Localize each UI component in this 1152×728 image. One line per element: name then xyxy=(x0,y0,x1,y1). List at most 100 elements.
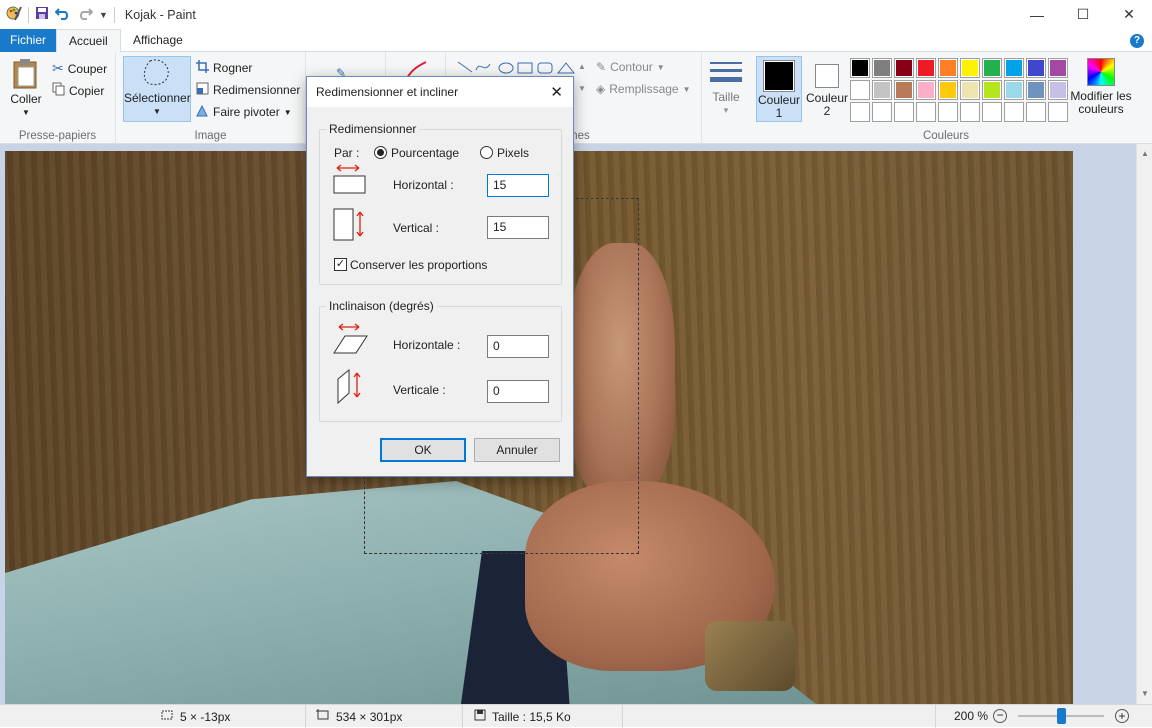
custom-color-swatch[interactable] xyxy=(982,102,1002,122)
palette-swatch[interactable] xyxy=(1048,80,1068,100)
zoom-out-button[interactable]: − xyxy=(993,709,1007,723)
rotate-button[interactable]: Faire pivoter ▼ xyxy=(196,104,292,120)
shapes-group-label: mes xyxy=(568,130,590,142)
cut-button[interactable]: ✂ Couper xyxy=(52,60,107,77)
crop-icon xyxy=(196,60,209,76)
zoom-slider-thumb[interactable] xyxy=(1057,708,1066,724)
free-select-icon xyxy=(143,59,169,86)
horizontal-resize-input[interactable]: 15 xyxy=(487,174,549,197)
palette-swatch[interactable] xyxy=(872,58,892,78)
resize-button[interactable]: Redimensionner xyxy=(196,82,300,98)
customize-toolbar-chevron-icon[interactable]: ▼ xyxy=(99,10,108,20)
tab-view[interactable]: Affichage xyxy=(121,29,195,52)
minimize-button[interactable]: — xyxy=(1014,0,1060,29)
palette-swatch[interactable] xyxy=(982,80,1002,100)
palette-swatch[interactable] xyxy=(850,58,870,78)
undo-icon[interactable] xyxy=(54,6,71,23)
skew-horizontal-input[interactable]: 0 xyxy=(487,335,549,358)
shapes-scroll-down-icon[interactable]: ▼ xyxy=(578,84,586,93)
palette-swatch[interactable] xyxy=(894,80,914,100)
palette-swatch[interactable] xyxy=(916,80,936,100)
tab-home[interactable]: Accueil xyxy=(56,29,121,53)
palette-swatch[interactable] xyxy=(894,58,914,78)
copy-icon xyxy=(52,82,65,99)
palette-swatch[interactable] xyxy=(960,58,980,78)
dialog-close-icon[interactable]: ✕ xyxy=(550,83,563,101)
image-size-value: 534 × 301px xyxy=(336,709,403,724)
custom-color-swatch[interactable] xyxy=(894,102,914,122)
tab-file[interactable]: Fichier xyxy=(0,29,56,52)
keep-ratio-checkbox[interactable]: ✓ xyxy=(334,258,347,271)
window-title: Kojak - Paint xyxy=(124,7,196,22)
percentage-label[interactable]: Pourcentage xyxy=(391,146,459,160)
size-button[interactable]: Taille ▼ xyxy=(708,60,744,117)
palette-swatch[interactable] xyxy=(916,58,936,78)
select-button[interactable]: Sélectionner ▼ xyxy=(123,56,191,122)
custom-color-swatch[interactable] xyxy=(960,102,980,122)
palette-swatch[interactable] xyxy=(960,80,980,100)
size-group: Taille ▼ xyxy=(702,52,750,144)
custom-color-swatch[interactable] xyxy=(1048,102,1068,122)
palette-swatch[interactable] xyxy=(1026,58,1046,78)
horizontal-skew-icon xyxy=(333,323,369,358)
custom-color-swatch[interactable] xyxy=(916,102,936,122)
custom-color-swatch[interactable] xyxy=(850,102,870,122)
fill-dropdown-icon: ▼ xyxy=(682,84,691,94)
palette-swatch[interactable] xyxy=(872,80,892,100)
custom-color-swatch[interactable] xyxy=(872,102,892,122)
scroll-up-arrow-icon[interactable]: ▲ xyxy=(1137,146,1152,162)
zoom-level: 200 % xyxy=(954,709,989,723)
ribbon-tabs: Fichier Accueil Affichage xyxy=(0,29,1152,53)
status-divider xyxy=(462,705,463,728)
resize-fieldset: Redimensionner Par : Pourcentage Pixels … xyxy=(319,122,562,285)
fill-button[interactable]: ◈ Remplissage ▼ xyxy=(596,82,691,96)
keep-ratio-label[interactable]: Conserver les proportions xyxy=(350,258,487,272)
maximize-button[interactable]: ☐ xyxy=(1060,0,1106,29)
crop-button[interactable]: Rogner xyxy=(196,60,252,76)
rotate-icon xyxy=(196,104,209,120)
pixels-radio[interactable] xyxy=(480,146,493,159)
palette-swatch[interactable] xyxy=(1004,80,1024,100)
palette-swatch[interactable] xyxy=(938,58,958,78)
resize-label: Redimensionner xyxy=(213,83,301,97)
palette-swatch[interactable] xyxy=(850,80,870,100)
selection-size-value: 5 × -13px xyxy=(180,709,231,724)
resize-group-label: Redimensionner xyxy=(326,122,420,136)
custom-color-swatch[interactable] xyxy=(938,102,958,122)
pixels-label[interactable]: Pixels xyxy=(497,146,529,160)
redo-icon[interactable] xyxy=(77,6,94,23)
vertical-scrollbar[interactable]: ▲ ▼ xyxy=(1136,144,1152,704)
help-icon[interactable]: ? xyxy=(1130,34,1144,48)
scroll-down-arrow-icon[interactable]: ▼ xyxy=(1137,686,1152,702)
paint-app-icon[interactable] xyxy=(6,5,22,24)
palette-swatch[interactable] xyxy=(1048,58,1068,78)
cancel-button[interactable]: Annuler xyxy=(474,438,560,462)
ok-button[interactable]: OK xyxy=(380,438,466,462)
outline-button[interactable]: ✎ Contour ▼ xyxy=(596,60,665,74)
color2-button[interactable]: Couleur 2 xyxy=(804,56,850,122)
custom-color-swatch[interactable] xyxy=(1026,102,1046,122)
palette-swatch[interactable] xyxy=(1004,58,1024,78)
skew-vertical-input[interactable]: 0 xyxy=(487,380,549,403)
color1-button[interactable]: Couleur 1 xyxy=(756,56,802,122)
palette-swatch[interactable] xyxy=(982,58,1002,78)
clipboard-group-label: Presse-papiers xyxy=(18,130,97,142)
copy-button[interactable]: Copier xyxy=(52,82,104,99)
close-window-button[interactable]: ✕ xyxy=(1106,0,1152,29)
vertical-resize-input[interactable]: 15 xyxy=(487,216,549,239)
edit-colors-button[interactable]: Modifier les couleurs xyxy=(1068,58,1134,116)
zoom-in-button[interactable]: + xyxy=(1115,709,1129,723)
rotate-dropdown-icon: ▼ xyxy=(283,107,292,117)
skew-group-label: Inclinaison (degrés) xyxy=(326,299,437,313)
paste-button[interactable]: Coller ▼ xyxy=(6,58,46,119)
save-icon[interactable] xyxy=(35,6,49,23)
clipboard-icon xyxy=(13,59,37,89)
status-bar: 5 × -13px 534 × 301px Taille : 15,5 Ko 2… xyxy=(0,704,1152,728)
percentage-radio[interactable] xyxy=(374,146,387,159)
palette-swatch[interactable] xyxy=(938,80,958,100)
palette-swatch[interactable] xyxy=(1026,80,1046,100)
custom-color-swatch[interactable] xyxy=(1004,102,1024,122)
shapes-scroll-up-icon[interactable]: ▲ xyxy=(578,62,586,71)
clipboard-group: Coller ▼ ✂ Couper Copier Presse-papiers xyxy=(0,52,116,144)
color2-label: Couleur 2 xyxy=(805,91,849,118)
